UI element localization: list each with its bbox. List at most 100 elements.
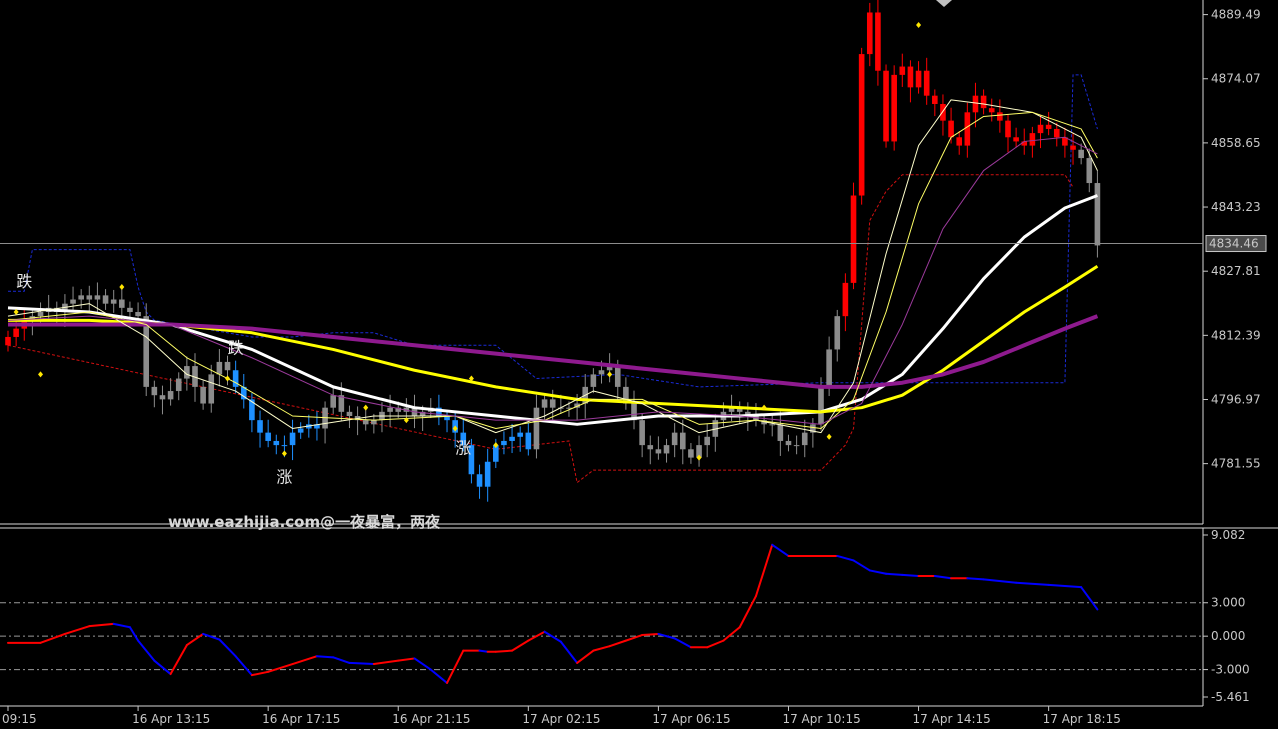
candle-body (956, 137, 963, 146)
candle-body (842, 282, 849, 317)
candle-body (704, 436, 710, 446)
time-axis-tick-label: 16 Apr 13:15 (132, 712, 210, 726)
candle-body (850, 195, 857, 283)
candle-body (907, 66, 914, 88)
candle-body (533, 407, 540, 450)
candle-body (13, 328, 19, 337)
candle-body (932, 95, 938, 104)
candle-body (866, 12, 873, 55)
candle-body (826, 349, 832, 387)
time-axis-tick-label: 17 Apr 02:15 (522, 712, 600, 726)
candle-body (997, 112, 1003, 121)
candle-body (964, 112, 971, 146)
oscillator-segment (315, 655, 335, 659)
candle-body (70, 299, 76, 304)
time-axis-tick-label: 09:15 (2, 712, 37, 726)
candle-body (891, 74, 897, 142)
candle-body (655, 449, 662, 454)
price-axis-tick-label: 4874.07 (1211, 72, 1261, 86)
signal-annotation: 跌 (228, 339, 244, 358)
oscillator-segment (901, 573, 920, 578)
candle-body (517, 432, 523, 437)
candle-body (143, 316, 150, 387)
candle-body (883, 70, 889, 142)
candle-body (940, 104, 946, 121)
candle-body (330, 395, 336, 408)
signal-annotation: 涨 (455, 438, 471, 457)
candle-body (858, 54, 865, 196)
candle-body (915, 70, 922, 88)
candle-body (257, 420, 263, 433)
candle-body (127, 307, 133, 312)
candle-body (598, 370, 605, 375)
candle-body (785, 440, 792, 446)
candle-body (834, 316, 841, 350)
candle-body (801, 432, 808, 446)
price-axis-tick-label: 4781.55 (1211, 457, 1261, 471)
candle-body (769, 424, 776, 426)
candle-body (1029, 133, 1036, 146)
price-axis-tick-label: 4827.81 (1211, 264, 1261, 278)
candle-body (216, 361, 223, 375)
candle-body (1045, 124, 1052, 129)
candle-body (541, 399, 548, 408)
candle-body (273, 440, 280, 446)
candle-body (265, 432, 271, 441)
oscillator-segment (966, 577, 985, 581)
oscillator-segment (641, 632, 660, 637)
candle-body (688, 449, 694, 458)
candle-body (1070, 145, 1076, 150)
trading-chart[interactable]: 跌跌涨涨 4889.494874.074858.654843.234827.81… (0, 0, 1278, 729)
candle-body (1053, 128, 1060, 138)
candle-body (1086, 158, 1093, 184)
chart-background (0, 0, 1278, 729)
candle-body (86, 295, 93, 300)
candle-body (1037, 124, 1044, 134)
candle-body (289, 432, 296, 446)
candle-body (793, 445, 800, 447)
candle-body (167, 391, 174, 400)
candle-body (818, 386, 824, 425)
candle-body (371, 420, 377, 425)
candle-body (484, 461, 491, 487)
candle-body (525, 432, 532, 450)
candle-body (549, 399, 556, 408)
time-axis-tick-label: 16 Apr 17:15 (262, 712, 340, 726)
candle-body (346, 411, 353, 416)
osc-axis-tick-label: 3.000 (1211, 596, 1245, 610)
candle-body (671, 432, 678, 446)
time-axis-tick-label: 17 Apr 06:15 (652, 712, 730, 726)
osc-axis-tick-label: -3.000 (1211, 663, 1250, 677)
candle-body (590, 374, 597, 387)
candle-body (1013, 137, 1019, 142)
candle-body (5, 336, 11, 346)
candle-body (980, 95, 987, 109)
candle-body (151, 386, 158, 396)
candle-body (1094, 183, 1101, 246)
candle-body (159, 395, 166, 400)
candle-body (476, 474, 483, 487)
candle-body (1005, 120, 1011, 138)
price-axis-tick-label: 4889.49 (1211, 8, 1261, 22)
candle-body (614, 366, 621, 387)
candle-body (875, 12, 881, 71)
oscillator-segment (494, 649, 514, 653)
oscillator-segment (348, 661, 375, 666)
candle-body (923, 70, 930, 96)
candle-body (102, 295, 109, 304)
candle-body (899, 66, 906, 75)
candle-body (777, 424, 784, 441)
candle-body (639, 420, 645, 446)
price-axis-tick-label: 4796.97 (1211, 392, 1261, 406)
candle-body (208, 374, 215, 404)
signal-annotation: 涨 (276, 468, 292, 487)
candle-body (175, 378, 182, 392)
current-price-label: 4834.46 (1209, 237, 1259, 251)
candle-body (281, 445, 288, 447)
oscillator-segment (478, 649, 489, 653)
candle-body (387, 407, 393, 412)
time-axis-tick-label: 17 Apr 14:15 (913, 712, 991, 726)
osc-axis-tick-label: -5.461 (1211, 690, 1250, 704)
candle-body (647, 445, 654, 450)
time-axis-tick-label: 17 Apr 18:15 (1043, 712, 1121, 726)
